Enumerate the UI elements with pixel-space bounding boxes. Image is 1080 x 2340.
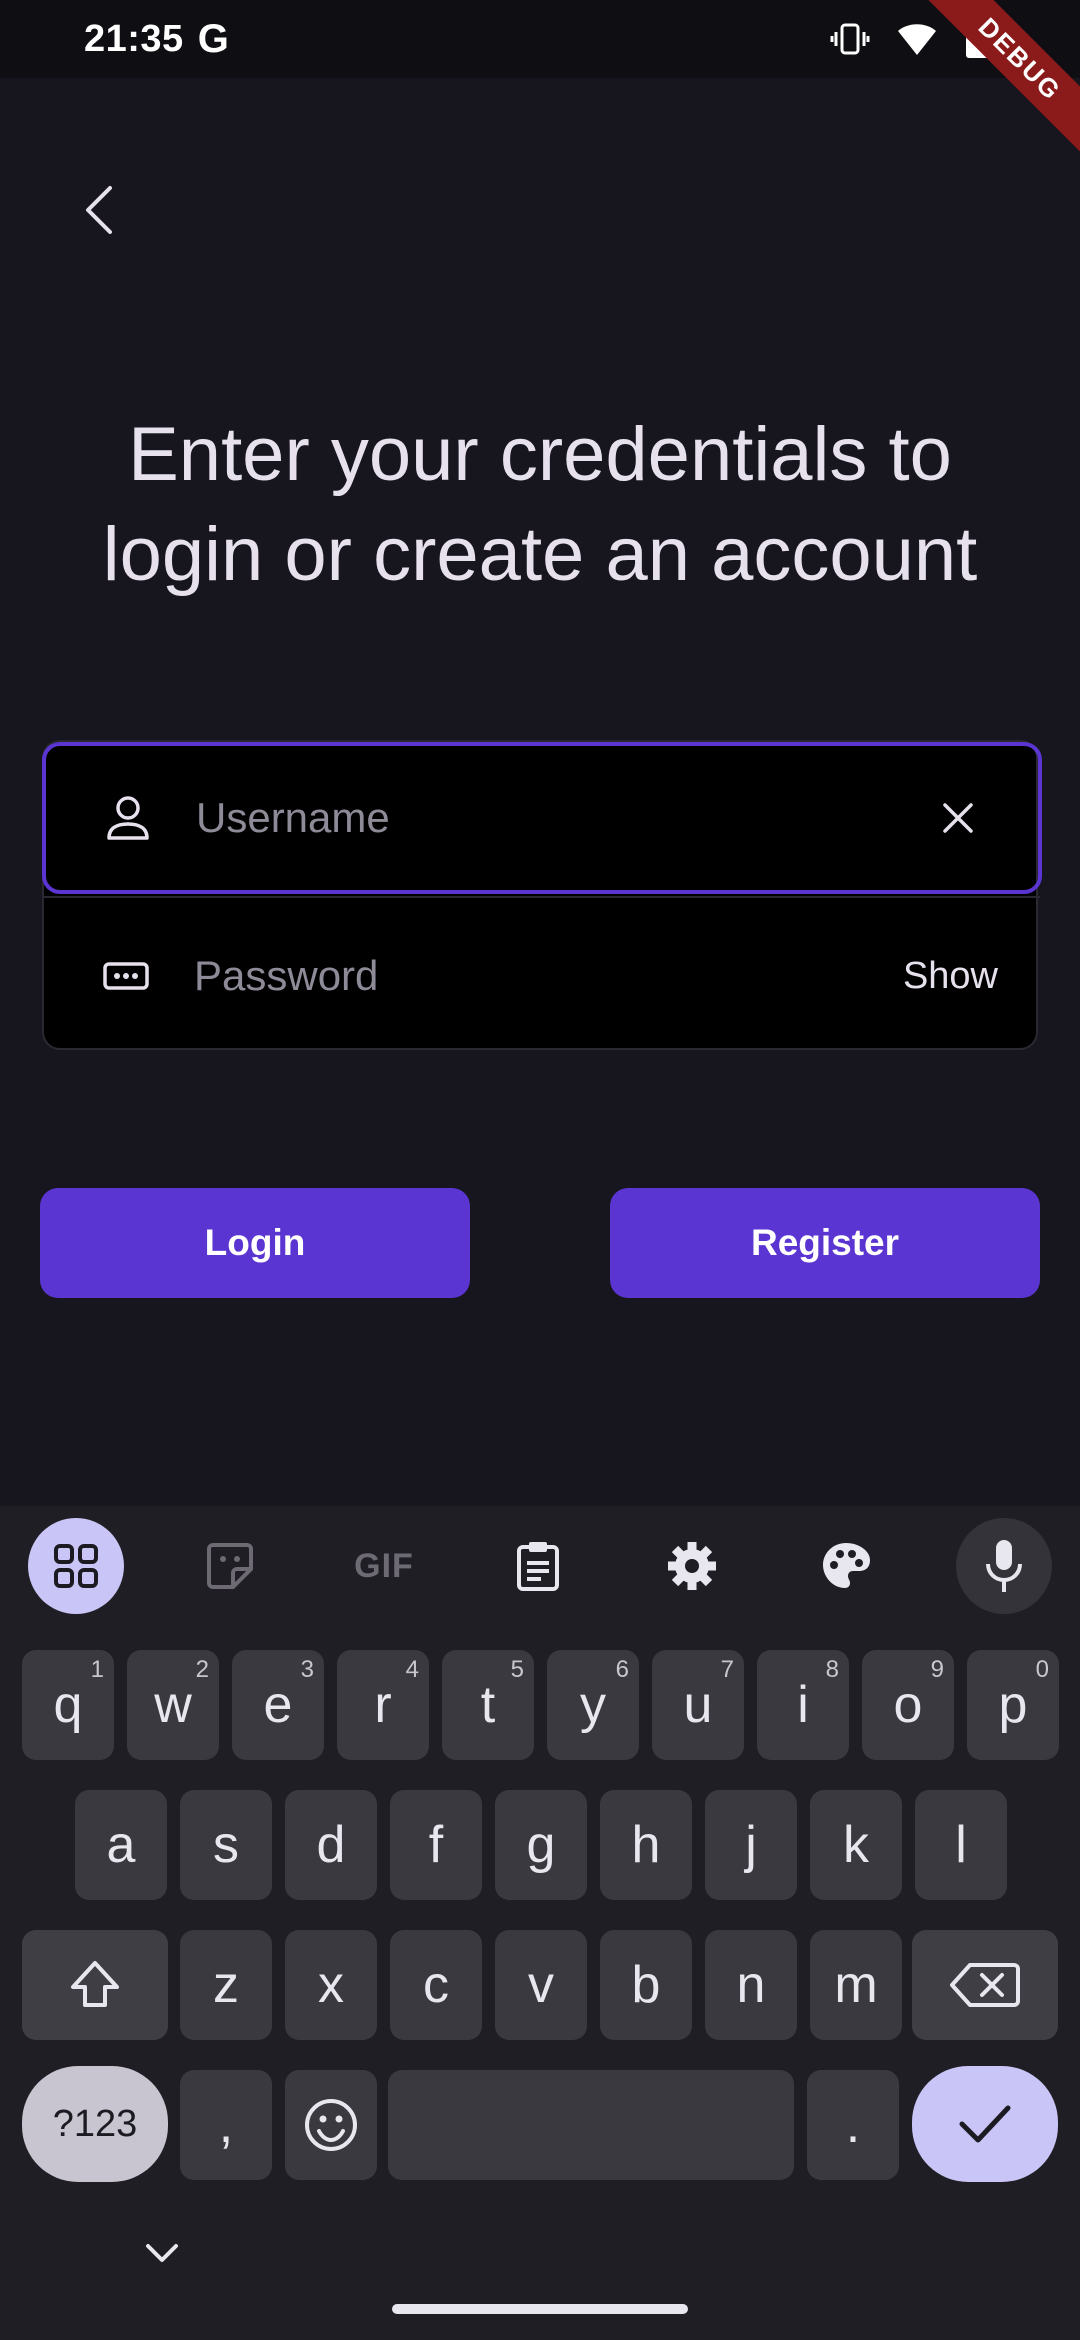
key-y[interactable]: y6 xyxy=(547,1650,639,1760)
key-u[interactable]: u7 xyxy=(652,1650,744,1760)
clipboard-icon[interactable] xyxy=(490,1518,586,1614)
sticker-icon[interactable] xyxy=(182,1518,278,1614)
register-button[interactable]: Register xyxy=(610,1188,1040,1298)
key-r[interactable]: r4 xyxy=(337,1650,429,1760)
emoji-icon xyxy=(305,2099,357,2151)
key-l[interactable]: l xyxy=(915,1790,1007,1900)
key-f[interactable]: f xyxy=(390,1790,482,1900)
key-z[interactable]: z xyxy=(180,1930,272,2040)
key-p[interactable]: p0 xyxy=(967,1650,1059,1760)
key-o[interactable]: o9 xyxy=(862,1650,954,1760)
key-b[interactable]: b xyxy=(600,1930,692,2040)
shift-key[interactable] xyxy=(22,1930,168,2040)
key-a[interactable]: a xyxy=(75,1790,167,1900)
clear-username-button[interactable] xyxy=(928,788,988,848)
key-q[interactable]: q1 xyxy=(22,1650,114,1760)
login-button[interactable]: Login xyxy=(40,1188,470,1298)
status-time: 21:35 xyxy=(84,17,184,60)
shift-icon xyxy=(71,1961,119,2007)
key-v[interactable]: v xyxy=(495,1930,587,2040)
username-input[interactable] xyxy=(196,794,896,842)
credentials-form: Show xyxy=(42,740,1042,1052)
back-button[interactable] xyxy=(60,170,140,250)
hide-keyboard-button[interactable] xyxy=(140,2240,184,2273)
period-key[interactable]: . xyxy=(807,2070,899,2180)
key-m[interactable]: m xyxy=(810,1930,902,2040)
key-s[interactable]: s xyxy=(180,1790,272,1900)
keyboard-toolbar: GIF xyxy=(0,1506,1080,1626)
enter-key[interactable] xyxy=(912,2066,1058,2182)
key-x[interactable]: x xyxy=(285,1930,377,2040)
field-divider xyxy=(44,896,1040,898)
key-h[interactable]: h xyxy=(600,1790,692,1900)
close-icon xyxy=(943,803,973,833)
key-d[interactable]: d xyxy=(285,1790,377,1900)
palette-icon[interactable] xyxy=(798,1518,894,1614)
apps-grid-icon[interactable] xyxy=(28,1518,124,1614)
key-k[interactable]: k xyxy=(810,1790,902,1900)
chevron-left-icon xyxy=(86,186,112,234)
google-icon: G xyxy=(197,16,229,61)
backspace-key[interactable] xyxy=(912,1930,1058,2040)
mic-icon[interactable] xyxy=(956,1518,1052,1614)
comma-key[interactable]: , xyxy=(180,2070,272,2180)
status-bar: 21:35 G DEBUG xyxy=(0,0,1080,161)
username-field xyxy=(42,742,1042,894)
key-g[interactable]: g xyxy=(495,1790,587,1900)
password-input[interactable] xyxy=(194,952,894,1000)
password-field: Show xyxy=(44,900,1040,1052)
gif-label: GIF xyxy=(354,1546,414,1585)
key-n[interactable]: n xyxy=(705,1930,797,2040)
show-password-button[interactable]: Show xyxy=(903,955,998,998)
checkmark-icon xyxy=(959,2105,1011,2143)
key-j[interactable]: j xyxy=(705,1790,797,1900)
vibrate-icon xyxy=(830,19,870,59)
key-c[interactable]: c xyxy=(390,1930,482,2040)
soft-keyboard: GIF q1 w2 e3 r4 t5 y6 u7 i8 o9 p0 a s d … xyxy=(0,1506,1080,2340)
login-screen: 21:35 G DEBUG Enter your credentials to … xyxy=(0,0,1080,2340)
person-icon xyxy=(98,788,158,848)
backspace-icon xyxy=(950,1963,1020,2007)
key-t[interactable]: t5 xyxy=(442,1650,534,1760)
symbols-key[interactable]: ?123 xyxy=(22,2066,168,2182)
space-key[interactable] xyxy=(388,2070,794,2180)
gif-button[interactable]: GIF xyxy=(336,1518,432,1614)
settings-icon[interactable] xyxy=(644,1518,740,1614)
page-heading: Enter your credentials to login or creat… xyxy=(102,412,978,597)
key-i[interactable]: i8 xyxy=(757,1650,849,1760)
emoji-key[interactable] xyxy=(285,2070,377,2180)
key-w[interactable]: w2 xyxy=(127,1650,219,1760)
key-e[interactable]: e3 xyxy=(232,1650,324,1760)
password-icon xyxy=(96,946,156,1006)
wifi-icon xyxy=(896,21,938,57)
chevron-down-icon xyxy=(146,2244,178,2262)
home-indicator[interactable] xyxy=(392,2304,688,2314)
